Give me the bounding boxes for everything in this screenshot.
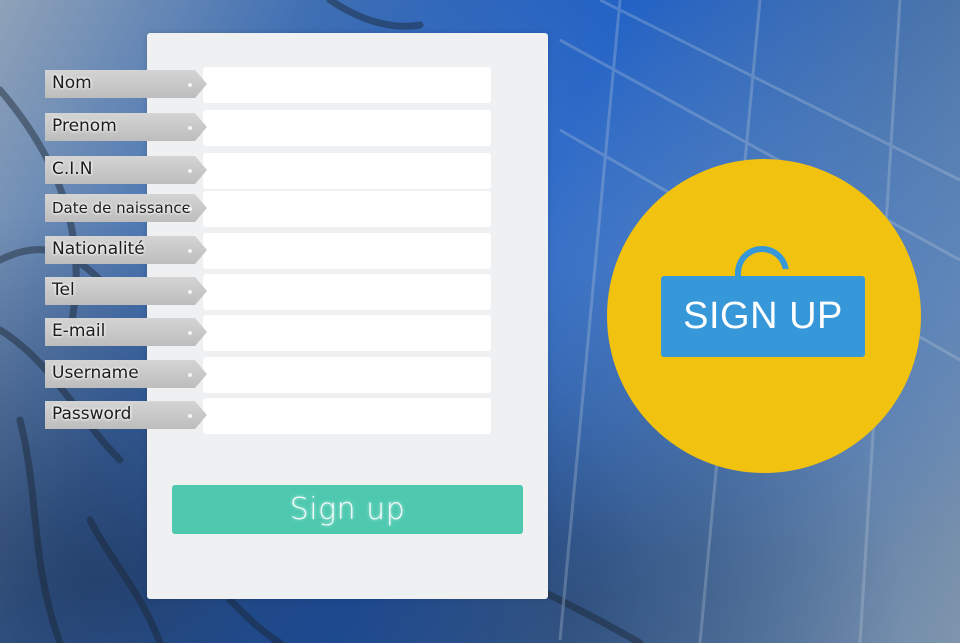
padlock-icon: SIGN UP bbox=[661, 276, 865, 357]
field-label: E-mail bbox=[52, 321, 106, 341]
field-input[interactable] bbox=[203, 398, 491, 434]
field-label-tag: E-mail bbox=[45, 318, 207, 346]
tag-hole-icon bbox=[188, 331, 192, 335]
field-label: Password bbox=[52, 404, 132, 424]
field-label: Nationalité bbox=[52, 239, 145, 259]
tag-hole-icon bbox=[188, 290, 192, 294]
form-row: E-mail bbox=[45, 315, 491, 351]
field-input[interactable] bbox=[203, 153, 491, 189]
tag-hole-icon bbox=[188, 414, 192, 418]
form-row: Nom bbox=[45, 67, 491, 103]
field-label-tag: Nom bbox=[45, 70, 207, 98]
form-row: Date de naissance bbox=[45, 191, 491, 227]
field-label-tag: Username bbox=[45, 360, 207, 388]
field-label: Username bbox=[52, 363, 139, 383]
field-input[interactable] bbox=[203, 233, 491, 269]
field-label-tag: Prenom bbox=[45, 113, 207, 141]
field-input[interactable] bbox=[203, 315, 491, 351]
sign-up-button[interactable]: Sign up bbox=[172, 485, 523, 534]
sign-up-badge: SIGN UP bbox=[607, 159, 921, 473]
form-row: C.I.N bbox=[45, 153, 491, 189]
field-label-tag: Date de naissance bbox=[45, 194, 207, 222]
field-label-tag: Nationalité bbox=[45, 236, 207, 264]
field-label: Prenom bbox=[52, 116, 117, 136]
field-label-tag: C.I.N bbox=[45, 156, 207, 184]
tag-hole-icon bbox=[188, 207, 192, 211]
tag-hole-icon bbox=[188, 126, 192, 130]
form-row: Tel bbox=[45, 274, 491, 310]
field-input[interactable] bbox=[203, 357, 491, 393]
field-input[interactable] bbox=[203, 110, 491, 146]
tag-hole-icon bbox=[188, 169, 192, 173]
field-label: C.I.N bbox=[52, 159, 93, 179]
field-label-tag: Password bbox=[45, 401, 207, 429]
field-label-tag: Tel bbox=[45, 277, 207, 305]
tag-hole-icon bbox=[188, 83, 192, 87]
badge-text: SIGN UP bbox=[683, 295, 843, 337]
field-input[interactable] bbox=[203, 67, 491, 103]
field-label: Nom bbox=[52, 73, 92, 93]
form-row: Nationalité bbox=[45, 233, 491, 269]
field-input[interactable] bbox=[203, 191, 491, 227]
tag-hole-icon bbox=[188, 373, 192, 377]
form-row: Password bbox=[45, 398, 491, 434]
tag-hole-icon bbox=[188, 249, 192, 253]
form-row: Prenom bbox=[45, 110, 491, 146]
field-label: Tel bbox=[52, 280, 75, 300]
field-input[interactable] bbox=[203, 274, 491, 310]
field-label: Date de naissance bbox=[52, 199, 191, 217]
form-row: Username bbox=[45, 357, 491, 393]
